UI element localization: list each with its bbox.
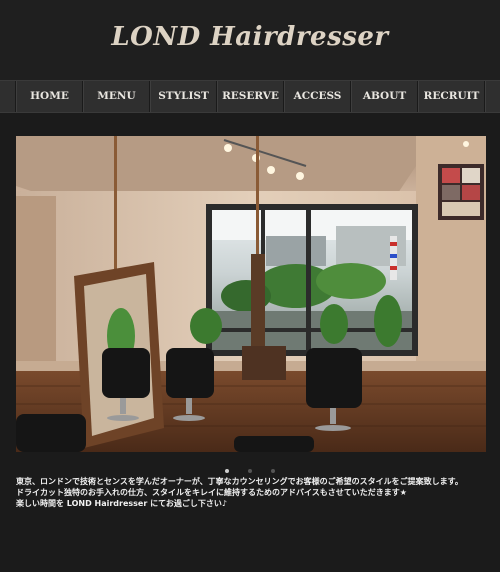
nav-item-access[interactable]: ACCESS bbox=[284, 81, 351, 112]
intro-text: 東京、ロンドンで技術とセンスを学んだオーナーが、丁寧なカウンセリングでお客様のご… bbox=[16, 476, 486, 509]
intro-line: ドライカット独特のお手入れの仕方、スタイルをキレイに維持するためのアドバイスもさ… bbox=[16, 488, 407, 497]
intro-line: 東京、ロンドンで技術とセンスを学んだオーナーが、丁寧なカウンセリングでお客様のご… bbox=[16, 477, 463, 486]
site-header: LOND Hairdresser bbox=[0, 0, 500, 80]
nav-spacer bbox=[485, 81, 500, 112]
slider-dot[interactable] bbox=[271, 469, 276, 473]
intro-line: 楽しい時間を LOND Hairdresser にてお過ごし下さい♪ bbox=[16, 499, 227, 508]
nav-item-stylist[interactable]: STYLIST bbox=[150, 81, 217, 112]
nav-item-home[interactable]: HOME bbox=[16, 81, 83, 112]
slider-dot[interactable] bbox=[224, 469, 229, 473]
nav-item-recruit[interactable]: RECRUIT bbox=[418, 81, 485, 112]
hero-slider[interactable] bbox=[16, 136, 486, 452]
main-nav: HOME MENU STYLIST RESERVE ACCESS ABOUT R… bbox=[0, 80, 500, 113]
slider-pagination bbox=[0, 458, 500, 473]
nav-spacer bbox=[0, 81, 16, 112]
salon-interior-photo bbox=[16, 136, 486, 452]
nav-item-about[interactable]: ABOUT bbox=[351, 81, 418, 112]
site-title[interactable]: LOND Hairdresser bbox=[0, 22, 500, 52]
nav-item-reserve[interactable]: RESERVE bbox=[217, 81, 284, 112]
slider-dot[interactable] bbox=[248, 469, 252, 473]
nav-item-menu[interactable]: MENU bbox=[83, 81, 150, 112]
